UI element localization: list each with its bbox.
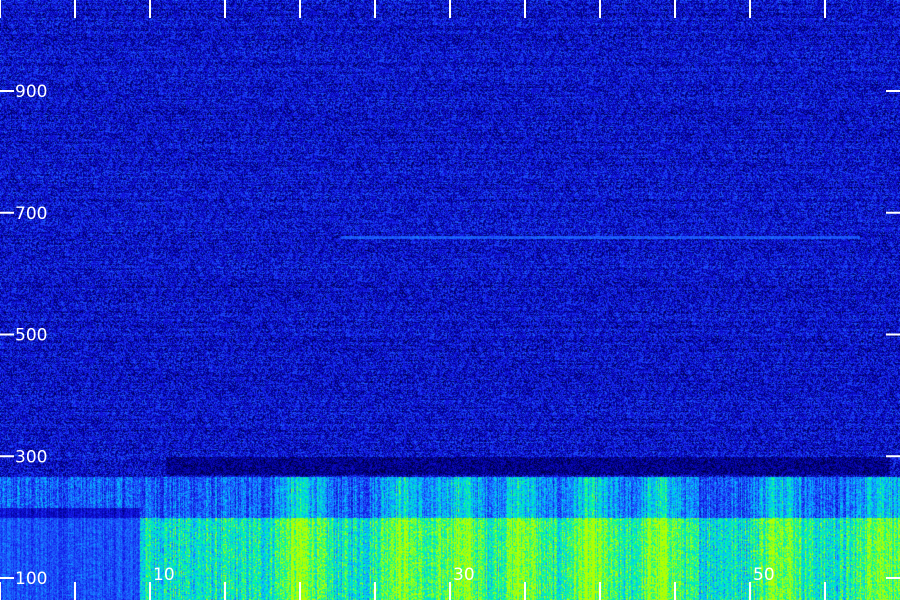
x-tick-label: 50 xyxy=(753,565,775,585)
x-tick-label: 30 xyxy=(453,565,475,585)
y-tick-label: 900 xyxy=(15,82,47,102)
chart-axes: 10 30 50 900 700 500 300 100 xyxy=(0,0,900,600)
y-tick-label: 700 xyxy=(15,204,47,224)
spectrogram-chart: 10 30 50 900 700 500 300 100 xyxy=(0,0,900,600)
y-tick-label: 300 xyxy=(15,447,47,467)
x-tick-label: 10 xyxy=(153,565,175,585)
y-tick-label: 500 xyxy=(15,326,47,346)
y-tick-label: 100 xyxy=(15,569,47,589)
